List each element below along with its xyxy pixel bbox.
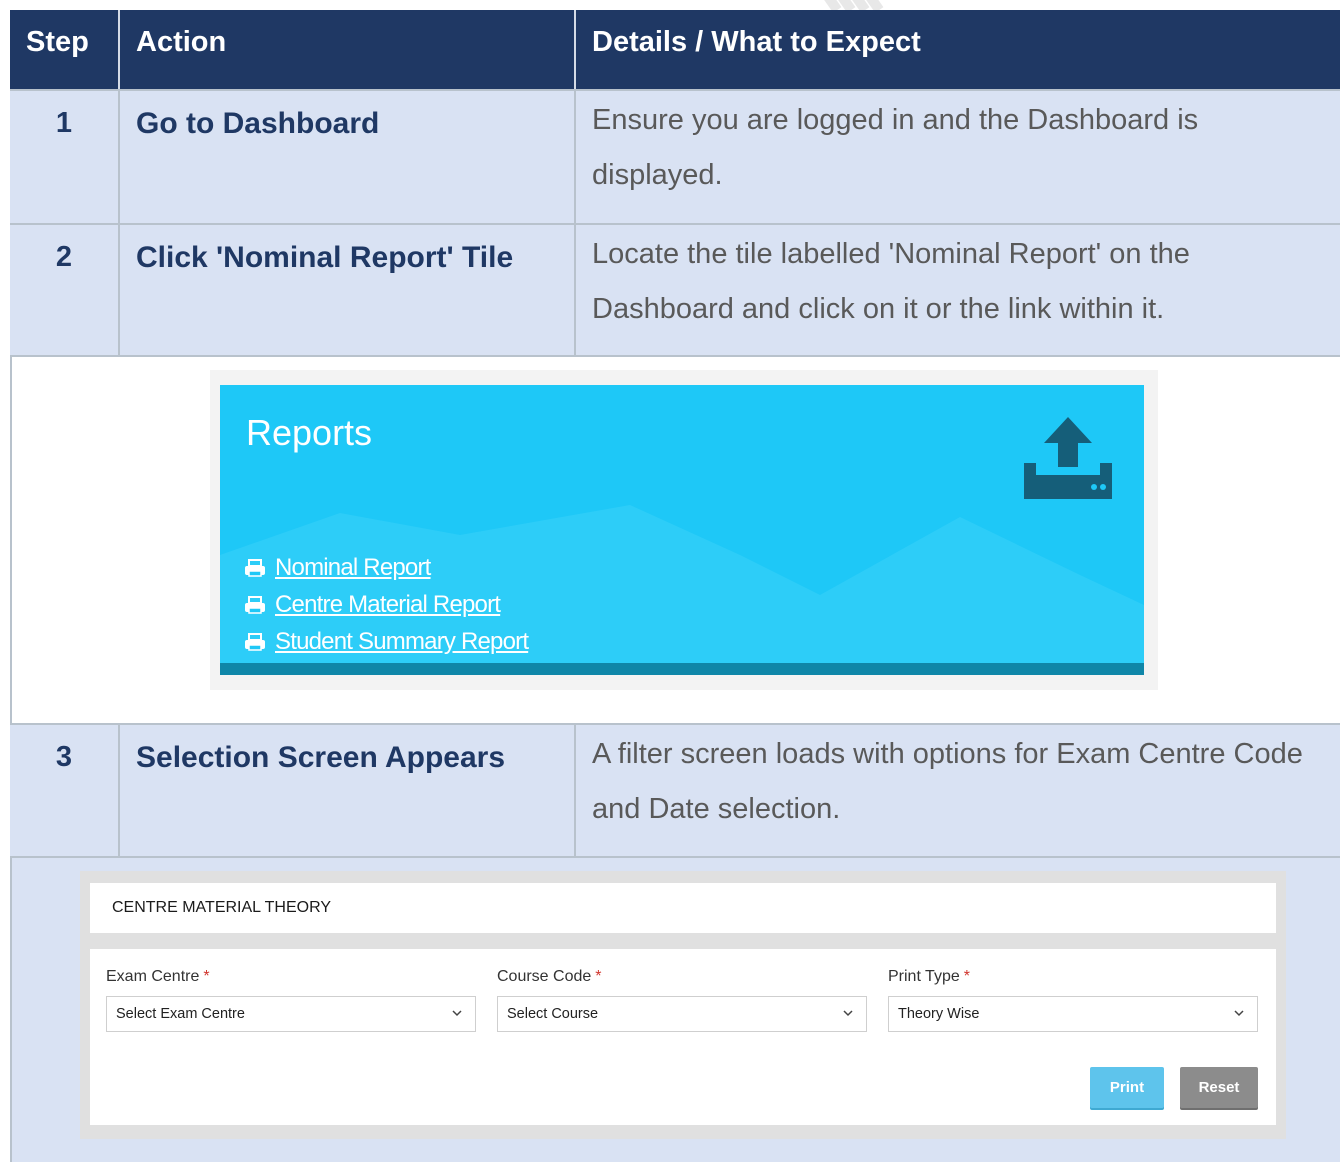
print-type-label: Print Type *: [888, 968, 970, 985]
step-number: 2: [10, 225, 120, 355]
course-code-select[interactable]: Select Course: [497, 996, 867, 1032]
link-label: Centre Material Report: [275, 590, 501, 618]
centre-material-form-frame: CENTRE MATERIAL THEORY Exam Centre * Sele…: [80, 871, 1286, 1139]
chevron-down-icon: [452, 1010, 462, 1017]
selection-screen-screenshot-row: CENTRE MATERIAL THEORY Exam Centre * Sele…: [10, 856, 1340, 1162]
table-row-step-1: 1 Go to Dashboard Ensure you are logged …: [10, 89, 1340, 223]
printer-icon: [245, 595, 265, 614]
required-marker: *: [203, 968, 210, 985]
nominal-report-link[interactable]: Nominal Report: [244, 549, 528, 586]
exam-centre-value: Select Exam Centre: [116, 1006, 245, 1022]
header-step: Step: [10, 10, 120, 89]
step-details: Locate the tile labelled 'Nominal Report…: [592, 238, 1190, 325]
step-details: A filter screen loads with options for E…: [592, 738, 1303, 825]
form-body: Exam Centre * Select Exam Centre Course C…: [90, 949, 1276, 1125]
printer-icon: [245, 632, 265, 651]
reports-tile-screenshot-row: Reports Nominal Report Centre Material R…: [10, 355, 1340, 723]
reports-tile-frame: Reports Nominal Report Centre Material R…: [210, 370, 1158, 690]
link-label: Nominal Report: [275, 553, 431, 581]
table-row-step-2: 2 Click 'Nominal Report' Tile Locate the…: [10, 223, 1340, 355]
step-action: Go to Dashboard: [120, 91, 576, 223]
required-marker: *: [963, 968, 970, 985]
required-marker: *: [595, 968, 602, 985]
chevron-down-icon: [843, 1010, 853, 1017]
report-links: Nominal Report Centre Material Report St…: [244, 549, 529, 660]
step-number: 1: [10, 91, 120, 223]
course-code-field: Course Code * Select Course: [497, 968, 867, 1032]
header-details: Details / What to Expect: [592, 26, 921, 58]
print-type-select[interactable]: Theory Wise: [888, 996, 1258, 1032]
link-label: Student Summary Report: [275, 627, 529, 655]
reports-tile-title: Reports: [246, 412, 373, 453]
reports-tile[interactable]: Reports Nominal Report Centre Material R…: [220, 385, 1144, 675]
print-type-field: Print Type * Theory Wise: [888, 968, 1258, 1032]
exam-centre-select[interactable]: Select Exam Centre: [106, 996, 476, 1032]
reset-button[interactable]: Reset: [1180, 1067, 1258, 1108]
print-button[interactable]: Print: [1090, 1067, 1164, 1108]
form-header: CENTRE MATERIAL THEORY: [90, 883, 1276, 933]
tile-bottom-bar: [220, 663, 1144, 675]
course-code-value: Select Course: [507, 1006, 599, 1022]
step-number: 3: [10, 725, 120, 856]
step-action: Click 'Nominal Report' Tile: [120, 225, 576, 355]
form-title: CENTRE MATERIAL THEORY: [112, 899, 331, 916]
table-row-step-3: 3 Selection Screen Appears A filter scre…: [10, 723, 1340, 856]
table-header: Step Action Details / What to Expect: [10, 10, 1340, 89]
step-details: Ensure you are logged in and the Dashboa…: [592, 104, 1199, 191]
print-type-value: Theory Wise: [898, 1006, 980, 1022]
upload-tray-icon: [1024, 415, 1112, 504]
student-summary-report-link[interactable]: Student Summary Report: [244, 623, 529, 660]
course-code-label: Course Code *: [497, 968, 602, 985]
step-action: Selection Screen Appears: [120, 725, 576, 856]
header-action: Action: [120, 10, 576, 89]
exam-centre-field: Exam Centre * Select Exam Centre: [106, 968, 476, 1032]
chevron-down-icon: [1234, 1010, 1244, 1017]
exam-centre-label: Exam Centre *: [106, 968, 210, 985]
centre-material-report-link[interactable]: Centre Material Report: [244, 586, 528, 623]
printer-icon: [245, 558, 265, 577]
